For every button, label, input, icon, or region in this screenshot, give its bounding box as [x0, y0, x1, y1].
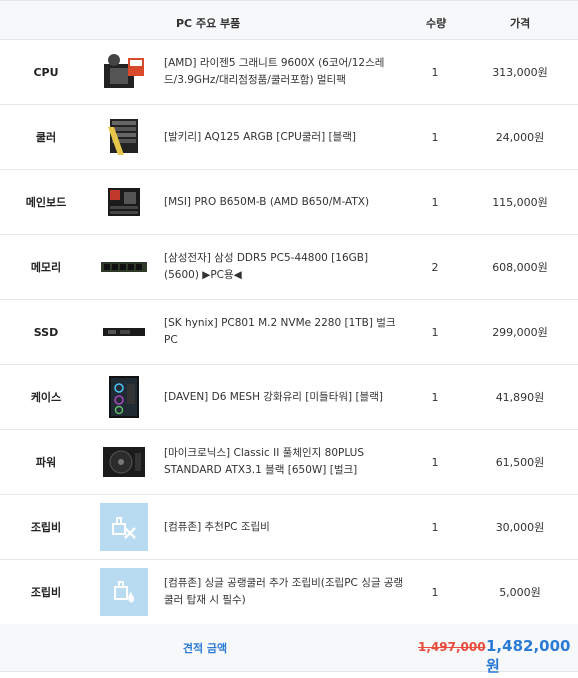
- table-row: 파워 [마이크로닉스] Classic II 풀체인지 80PLUS STAND…: [0, 430, 578, 495]
- row-qty: 1: [431, 130, 439, 144]
- product-name-link[interactable]: [마이크로닉스] Classic II 풀체인지 80PLUS STANDARD…: [164, 430, 404, 494]
- motherboard-icon[interactable]: [100, 178, 148, 226]
- row-qty: 1: [431, 455, 439, 469]
- total-price: 1,482,000원: [486, 637, 571, 675]
- row-price: 24,000원: [495, 131, 545, 144]
- row-qty: 1: [431, 195, 439, 209]
- row-price: 299,000원: [492, 326, 548, 339]
- total-label: 견적 금액: [182, 642, 228, 655]
- header-qty: 수량: [426, 17, 447, 30]
- row-price: 5,000원: [499, 586, 541, 599]
- row-price: 115,000원: [492, 196, 548, 209]
- table-row: 케이스 [DAVEN] D6 MESH 강화유리 [미들타워] [블랙] 1 4…: [0, 365, 578, 430]
- product-name-link[interactable]: [발키리] AQ125 ARGB [CPU쿨러] [블랙]: [164, 105, 404, 169]
- assembly-tools-icon[interactable]: [100, 503, 148, 551]
- row-category: SSD: [33, 325, 59, 339]
- row-category: 쿨러: [35, 131, 57, 144]
- table-row: 메인보드 [MSI] PRO B650M-B (AMD B650/M-ATX) …: [0, 170, 578, 235]
- table-row: 조립비 [컴퓨존] 싱글 공랭쿨러 추가 조립비(조립PC 싱글 공랭쿨러 탑재…: [0, 560, 578, 625]
- product-name-link[interactable]: [컴퓨존] 싱글 공랭쿨러 추가 조립비(조립PC 싱글 공랭쿨러 탑재 시 필…: [164, 560, 404, 624]
- row-price: 313,000원: [492, 66, 548, 79]
- row-qty: 1: [431, 585, 439, 599]
- ssd-icon[interactable]: [100, 308, 148, 356]
- table-row: SSD [SK hynix] PC801 M.2 NVMe 2280 [1TB]…: [0, 300, 578, 365]
- row-category: 조립비: [30, 521, 62, 534]
- product-name-link[interactable]: [AMD] 라이젠5 그래니트 9600X (6코어/12스레드/3.9GHz/…: [164, 40, 404, 104]
- product-name-link[interactable]: [DAVEN] D6 MESH 강화유리 [미들타워] [블랙]: [164, 365, 404, 429]
- row-price: 608,000원: [492, 261, 548, 274]
- table-row: 조립비 [컴퓨존] 추천PC 조립비 1 30,000원: [0, 495, 578, 560]
- row-category: 케이스: [30, 391, 62, 404]
- table-row: 쿨러 [발키리] AQ125 ARGB [CPU쿨러] [블랙] 1 24,00…: [0, 105, 578, 170]
- table-header: PC 주요 부품 수량 가격: [0, 0, 578, 40]
- product-name-link[interactable]: [삼성전자] 삼성 DDR5 PC5-44800 [16GB] (5600) ▶…: [164, 235, 404, 299]
- cooler-assembly-icon[interactable]: [100, 568, 148, 616]
- table-row: CPU [AMD] 라이젠5 그래니트 9600X (6코어/12스레드/3.9…: [0, 40, 578, 105]
- row-category: 메인보드: [25, 196, 67, 209]
- product-name-link[interactable]: [MSI] PRO B650M-B (AMD B650/M-ATX): [164, 170, 404, 234]
- product-name-link[interactable]: [컴퓨존] 추천PC 조립비: [164, 495, 404, 559]
- row-price: 61,500원: [495, 456, 545, 469]
- case-icon[interactable]: [100, 373, 148, 421]
- row-category: CPU: [33, 65, 59, 79]
- row-category: 파워: [35, 456, 57, 469]
- row-qty: 1: [431, 390, 439, 404]
- cpu-box-icon[interactable]: [100, 48, 148, 96]
- row-qty: 1: [431, 325, 439, 339]
- product-name-link[interactable]: [SK hynix] PC801 M.2 NVMe 2280 [1TB] 벌크 …: [164, 300, 404, 364]
- table-row: 메모리 [삼성전자] 삼성 DDR5 PC5-44800 [16GB] (560…: [0, 235, 578, 300]
- original-price: 1,497,000: [418, 640, 486, 654]
- header-product: PC 주요 부품: [176, 17, 241, 30]
- row-qty: 2: [431, 260, 439, 274]
- quote-total: 견적 금액 1,497,000 1,482,000원: [0, 624, 578, 675]
- cooler-icon[interactable]: [100, 113, 148, 161]
- row-qty: 1: [431, 65, 439, 79]
- row-category: 조립비: [30, 586, 62, 599]
- memory-icon[interactable]: [100, 243, 148, 291]
- row-price: 30,000원: [495, 521, 545, 534]
- header-price: 가격: [510, 17, 531, 30]
- row-price: 41,890원: [495, 391, 545, 404]
- psu-icon[interactable]: [100, 438, 148, 486]
- row-category: 메모리: [30, 261, 62, 274]
- row-qty: 1: [431, 520, 439, 534]
